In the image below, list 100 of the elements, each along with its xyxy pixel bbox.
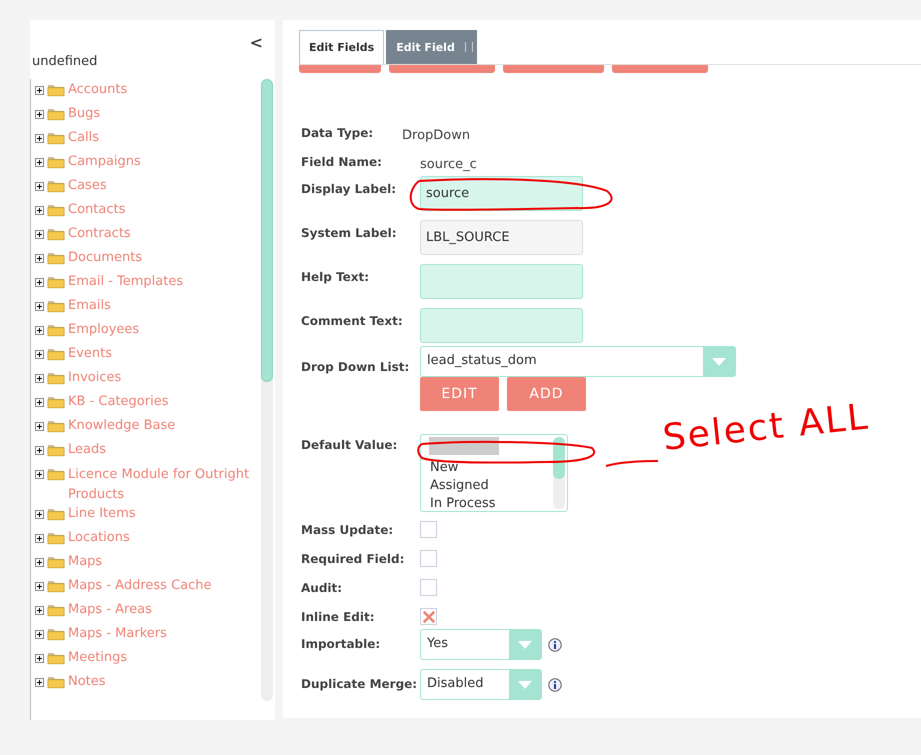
- folder-icon: [47, 251, 65, 265]
- collapse-button[interactable]: <: [250, 34, 263, 52]
- field-label: Inline Edit:: [301, 609, 376, 624]
- folder-icon: [47, 107, 65, 121]
- info-icon[interactable]: [548, 638, 562, 652]
- module-link[interactable]: Notes: [68, 673, 258, 691]
- field-label: Default Value:: [301, 437, 398, 452]
- folder-icon: [47, 179, 65, 193]
- plus-icon[interactable]: [35, 446, 44, 455]
- module-link[interactable]: Campaigns: [68, 153, 258, 171]
- plus-icon[interactable]: [35, 654, 44, 663]
- scrollbar-thumb[interactable]: [553, 437, 565, 479]
- field-value: DropDown: [402, 128, 470, 143]
- module-link[interactable]: Accounts: [68, 81, 258, 99]
- plus-icon[interactable]: [35, 134, 44, 143]
- handwritten-note: Select ALL: [660, 396, 872, 459]
- folder-icon: [47, 275, 65, 289]
- plus-icon[interactable]: [35, 582, 44, 591]
- dropdown-arrow-icon: [517, 640, 533, 650]
- module-link[interactable]: Cases: [68, 177, 258, 195]
- module-link[interactable]: Maps - Areas: [68, 601, 258, 619]
- field-label: Mass Update:: [301, 522, 394, 537]
- plus-icon[interactable]: [35, 606, 44, 615]
- list-option[interactable]: In Process: [423, 495, 553, 513]
- module-link[interactable]: Email - Templates: [68, 273, 258, 291]
- plus-icon[interactable]: [35, 182, 44, 191]
- plus-icon[interactable]: [35, 158, 44, 167]
- plus-icon[interactable]: [35, 302, 44, 311]
- folder-icon: [47, 531, 65, 545]
- module-link[interactable]: Knowledge Base: [68, 417, 258, 435]
- listbox-field[interactable]: New Assigned In Process: [420, 434, 568, 512]
- plus-icon[interactable]: [35, 86, 44, 95]
- plus-icon[interactable]: [35, 206, 44, 215]
- plus-icon[interactable]: [35, 230, 44, 239]
- plus-icon[interactable]: [35, 374, 44, 383]
- module-link[interactable]: Employees: [68, 321, 258, 339]
- field-label: Duplicate Merge:: [301, 677, 418, 691]
- plus-icon[interactable]: [35, 254, 44, 263]
- field-label: Help Text:: [301, 270, 370, 284]
- list-option[interactable]: Assigned: [423, 477, 553, 495]
- plus-icon[interactable]: [35, 630, 44, 639]
- module-link[interactable]: Bugs: [68, 105, 258, 123]
- module-link[interactable]: Locations: [68, 529, 258, 547]
- scrollbar-thumb[interactable]: [261, 79, 273, 382]
- module-link[interactable]: Events: [68, 345, 258, 363]
- dropdown-field[interactable]: lead_status_dom: [420, 346, 736, 377]
- module-link[interactable]: Line Items: [68, 505, 258, 523]
- folder-icon: [47, 227, 65, 241]
- field-label: Importable:: [301, 637, 382, 651]
- folder-icon: [47, 651, 65, 665]
- plus-icon[interactable]: [35, 350, 44, 359]
- tab[interactable]: Edit Fields: [299, 30, 384, 64]
- checkbox[interactable]: [420, 550, 437, 567]
- folder-icon: [47, 299, 65, 313]
- info-icon[interactable]: [548, 678, 562, 692]
- field-label: Comment Text:: [301, 314, 404, 328]
- plus-icon[interactable]: [35, 278, 44, 287]
- module-link[interactable]: Leads: [68, 441, 258, 459]
- plus-icon[interactable]: [35, 534, 44, 543]
- checkbox[interactable]: [420, 608, 437, 625]
- folder-icon: [47, 603, 65, 617]
- sidebar-title: undefined: [31, 53, 98, 69]
- action-button[interactable]: EDIT: [420, 377, 499, 411]
- checkbox[interactable]: [420, 579, 437, 596]
- list-option[interactable]: New: [423, 459, 553, 477]
- dropdown-field[interactable]: Disabled: [420, 669, 542, 700]
- module-link[interactable]: Invoices: [68, 369, 258, 387]
- module-link[interactable]: Emails: [68, 297, 258, 315]
- plus-icon[interactable]: [35, 398, 44, 407]
- folder-icon: [47, 371, 65, 385]
- plus-icon[interactable]: [35, 422, 44, 431]
- plus-icon[interactable]: [35, 510, 44, 519]
- plus-icon[interactable]: [35, 326, 44, 335]
- plus-icon[interactable]: [35, 678, 44, 687]
- module-link[interactable]: Maps - Markers: [68, 625, 258, 643]
- plus-icon[interactable]: [35, 110, 44, 119]
- action-button[interactable]: ADD: [507, 377, 586, 411]
- module-link[interactable]: Maps: [68, 553, 258, 571]
- module-link[interactable]: Maps - Address Cache: [68, 577, 258, 595]
- field-label: Audit:: [301, 580, 344, 595]
- module-link[interactable]: Contracts: [68, 225, 258, 243]
- separator-icon: [464, 30, 477, 64]
- module-link[interactable]: Documents: [68, 249, 258, 267]
- tab[interactable]: Edit Field: [386, 30, 465, 64]
- module-link[interactable]: Contacts: [68, 201, 258, 219]
- input-field[interactable]: [420, 264, 583, 299]
- input-field[interactable]: [420, 308, 583, 343]
- module-link[interactable]: KB - Categories: [68, 393, 258, 411]
- field-label: Drop Down List:: [301, 359, 410, 374]
- checkbox[interactable]: [420, 521, 437, 538]
- module-link[interactable]: Licence Module for Outright Products: [68, 465, 258, 505]
- plus-icon[interactable]: [35, 470, 44, 479]
- folder-icon: [47, 347, 65, 361]
- dropdown-field[interactable]: Yes: [420, 629, 542, 660]
- module-link[interactable]: Calls: [68, 129, 258, 147]
- folder-icon: [47, 467, 65, 481]
- plus-icon[interactable]: [35, 558, 44, 567]
- dropdown-arrow-icon: [517, 680, 533, 690]
- dropdown-arrow-icon: [711, 356, 727, 366]
- module-link[interactable]: Meetings: [68, 649, 258, 667]
